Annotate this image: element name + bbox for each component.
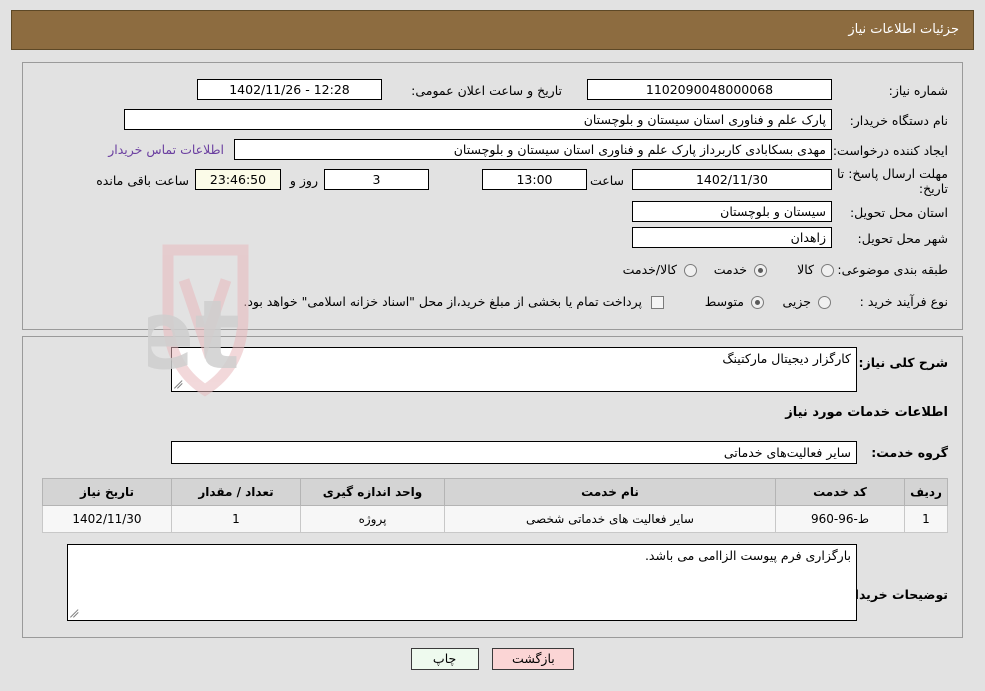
radio-category-kala-khedmat[interactable] (684, 264, 697, 277)
deadline-date-field: 1402/11/30 (632, 169, 832, 190)
general-desc-value: کارگزار دیجیتال مارکتینگ (722, 351, 851, 366)
radio-process-motavaset-label: متوسط (704, 294, 744, 309)
deadline-days-field: 3 (324, 169, 429, 190)
deadline-label: مهلت ارسال پاسخ: تا تاریخ: (837, 166, 948, 196)
cell-service-code: ط-96-960 (775, 505, 905, 533)
deadline-hour-label: ساعت (589, 173, 624, 188)
purchase-process-label: نوع فرآیند خرید : (859, 294, 948, 309)
public-announce-field: 12:28 - 1402/11/26 (197, 79, 382, 100)
request-creator-field: مهدی بسکابادی کاربرداز پارک علم و فناوری… (234, 139, 832, 160)
category-label: طبقه بندی موضوعی: (837, 262, 948, 277)
th-quantity: تعداد / مقدار (171, 478, 301, 506)
radio-category-khedmat-label: خدمت (713, 262, 747, 277)
delivery-city-field: زاهدان (632, 227, 832, 248)
buyer-org-label: نام دستگاه خریدار: (849, 113, 948, 128)
th-radif: ردیف (904, 478, 948, 506)
footer-button-bar: بازگشت چاپ (0, 648, 985, 670)
radio-process-jozii-label: جزیی (782, 294, 811, 309)
page-title: جزئیات اطلاعات نیاز (848, 22, 959, 37)
deadline-days-suffix-label: روز و (289, 173, 318, 188)
request-creator-label: ایجاد کننده درخواست: (832, 143, 948, 158)
services-section-heading: اطلاعات خدمات مورد نیاز (785, 405, 948, 420)
need-number-label: شماره نیاز: (888, 83, 948, 98)
delivery-province-label: استان محل تحویل: (849, 205, 948, 220)
buyer-notes-label: توضیحات خریدار: (842, 587, 948, 602)
delivery-province-field: سیستان و بلوچستان (632, 201, 832, 222)
service-group-field: سایر فعالیت‌های خدماتی (171, 441, 857, 464)
radio-category-kala[interactable] (821, 264, 834, 277)
buyer-org-field: پارک علم و فناوری استان سیستان و بلوچستا… (124, 109, 832, 130)
checkbox-islamic-treasury-docs[interactable] (651, 296, 664, 309)
radio-process-motavaset[interactable] (751, 296, 764, 309)
buyer-notes-textarea[interactable]: بارگزاری فرم پیوست الزاامی می باشد. (67, 544, 857, 621)
checkbox-islamic-treasury-docs-label: پرداخت تمام یا بخشی از مبلغ خرید،از محل … (243, 294, 642, 309)
print-button[interactable]: چاپ (410, 648, 479, 670)
general-desc-label: شرح کلی نیاز: (858, 355, 948, 370)
service-group-label: گروه خدمت: (871, 445, 948, 460)
radio-process-jozii[interactable] (818, 296, 831, 309)
cell-service-name: سایر فعالیت های خدماتی شخصی (444, 505, 776, 533)
back-button[interactable]: بازگشت (492, 648, 575, 670)
services-table: ردیف کد خدمت نام خدمت واحد اندازه گیری ت… (42, 478, 948, 533)
th-unit: واحد اندازه گیری (300, 478, 445, 506)
table-row: 1 ط-96-960 سایر فعالیت های خدماتی شخصی پ… (42, 505, 948, 533)
radio-category-kala-khedmat-label: کالا/خدمت (622, 262, 677, 277)
need-number-field: 1102090048000068 (587, 79, 832, 100)
delivery-city-label: شهر محل تحویل: (857, 231, 948, 246)
cell-quantity: 1 (171, 505, 301, 533)
th-service-code: کد خدمت (775, 478, 905, 506)
th-need-date: تاریخ نیاز (42, 478, 172, 506)
buyer-notes-value: بارگزاری فرم پیوست الزاامی می باشد. (644, 548, 851, 563)
deadline-hour-field: 13:00 (482, 169, 587, 190)
table-header-row: ردیف کد خدمت نام خدمت واحد اندازه گیری ت… (42, 478, 948, 506)
resize-grip-icon[interactable] (174, 380, 184, 390)
cell-radif: 1 (904, 505, 948, 533)
resize-grip-icon-2[interactable] (70, 609, 80, 619)
need-summary-panel: شماره نیاز: 1102090048000068 تاریخ و ساع… (22, 62, 963, 330)
countdown-suffix-label: ساعت باقی مانده (96, 173, 189, 188)
public-announce-label: تاریخ و ساعت اعلان عمومی: (411, 83, 562, 98)
radio-category-kala-label: کالا (797, 262, 814, 277)
cell-unit: پروژه (300, 505, 445, 533)
buyer-contact-link[interactable]: اطلاعات تماس خریدار (108, 142, 224, 157)
general-desc-textarea[interactable]: کارگزار دیجیتال مارکتینگ (171, 347, 857, 392)
th-service-name: نام خدمت (444, 478, 776, 506)
radio-category-khedmat[interactable] (754, 264, 767, 277)
cell-need-date: 1402/11/30 (42, 505, 172, 533)
page-header-bar: جزئیات اطلاعات نیاز (11, 10, 974, 50)
countdown-timer-field: 23:46:50 (195, 169, 281, 190)
